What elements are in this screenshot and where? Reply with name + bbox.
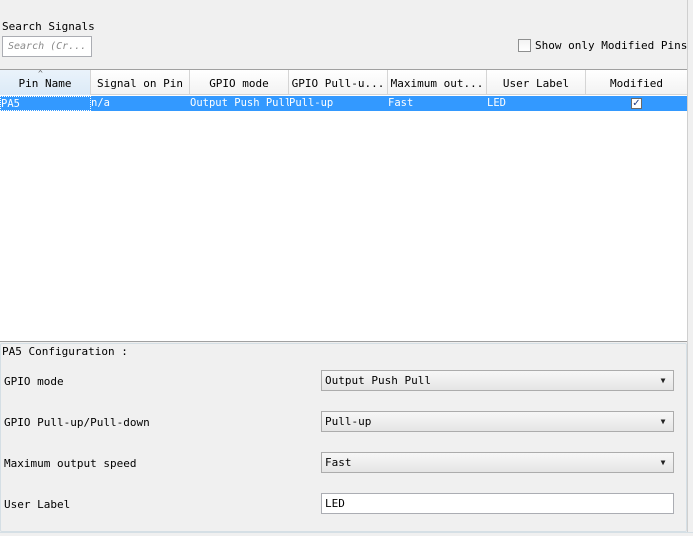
cell-gpio-mode: Output Push Pull <box>190 97 289 109</box>
bottom-border <box>0 532 693 536</box>
search-signals-label: Search Signals <box>2 20 95 33</box>
speed-label: Maximum output speed <box>4 457 137 470</box>
gpio-mode-label: GPIO mode <box>4 375 64 388</box>
pull-label: GPIO Pull-up/Pull-down <box>4 416 150 429</box>
sort-ascending-icon: ^ <box>38 70 43 78</box>
cell-user-label: LED <box>487 97 506 109</box>
window-edge <box>687 0 693 536</box>
pull-value: Pull-up <box>325 415 372 428</box>
cell-modified: ✓ <box>586 96 687 111</box>
gpio-mode-value: Output Push Pull <box>325 374 431 387</box>
chevron-down-icon[interactable]: ▼ <box>656 455 670 470</box>
column-header-signal[interactable]: Signal on Pin <box>91 70 190 95</box>
search-input[interactable]: Search (Cr... <box>2 36 92 57</box>
cell-speed: Fast <box>388 97 414 109</box>
column-header-gpio-mode[interactable]: GPIO mode <box>190 70 289 95</box>
show-modified-label: Show only Modified Pins <box>535 39 688 52</box>
column-header-pull[interactable]: GPIO Pull-u... <box>289 70 388 95</box>
cell-signal: n/a <box>91 97 110 109</box>
column-header-user-label[interactable]: User Label <box>487 70 586 95</box>
cell-pull: Pull-up <box>289 97 334 109</box>
checkmark-icon: ✓ <box>631 98 642 109</box>
chevron-down-icon[interactable]: ▼ <box>656 414 670 429</box>
speed-value: Fast <box>325 456 352 469</box>
pin-table: ^ Pin Name Signal on Pin GPIO mode GPIO … <box>0 69 687 342</box>
cell-pin-name: PA5 <box>0 96 91 111</box>
user-label-label: User Label <box>4 498 71 511</box>
user-label-field[interactable]: LED <box>321 493 674 514</box>
chevron-down-icon[interactable]: ▼ <box>656 373 670 388</box>
config-panel-title: PA5 Configuration : <box>2 345 131 358</box>
column-header-pin-name[interactable]: ^ Pin Name <box>0 70 91 95</box>
pull-select[interactable]: Pull-up ▼ <box>321 411 674 432</box>
show-modified-checkbox-group[interactable]: Show only Modified Pins <box>518 39 687 52</box>
gpio-mode-select[interactable]: Output Push Pull ▼ <box>321 370 674 391</box>
column-header-modified[interactable]: Modified <box>586 70 687 95</box>
table-header: ^ Pin Name Signal on Pin GPIO mode GPIO … <box>0 70 687 95</box>
speed-select[interactable]: Fast ▼ <box>321 452 674 473</box>
column-header-speed[interactable]: Maximum out... <box>388 70 487 95</box>
table-row[interactable]: PA5 n/a Output Push Pull Pull-up Fast LE… <box>0 96 687 111</box>
show-modified-checkbox[interactable] <box>518 39 531 52</box>
